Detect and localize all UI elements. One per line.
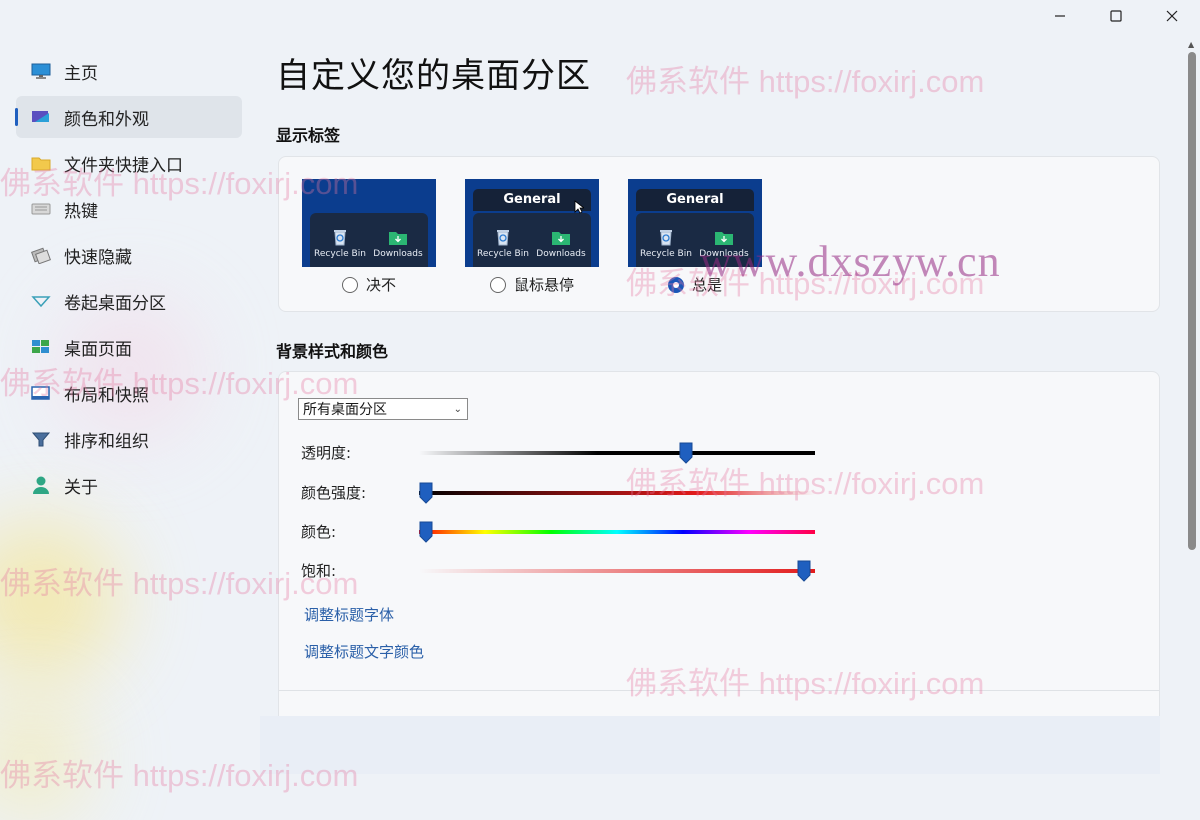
downloads-label: Downloads xyxy=(373,249,423,259)
recycle-bin-icon: Recycle Bin xyxy=(638,227,694,259)
color-intensity-slider[interactable] xyxy=(419,491,815,495)
sidebar-item-sort[interactable]: 排序和组织 xyxy=(16,418,242,460)
radio-button[interactable] xyxy=(342,276,358,293)
sidebar: 主页 颜色和外观 文件夹快捷入口 热键 快速隐藏 卷起桌面分区 桌面页面 布局和… xyxy=(0,50,250,510)
labels-card: Recycle Bin Downloads 决不 General Recycle… xyxy=(278,156,1160,312)
palette-icon xyxy=(30,106,52,128)
transparency-label: 透明度: xyxy=(301,444,352,462)
color-intensity-label: 颜色强度: xyxy=(301,484,367,502)
minimize-icon[interactable] xyxy=(1032,2,1088,30)
downloads-folder-icon: Downloads xyxy=(696,227,752,259)
label-preview-never[interactable]: Recycle Bin Downloads xyxy=(302,179,436,267)
footer-strip xyxy=(260,716,1160,774)
partition-select[interactable]: 所有桌面分区 ⌄ xyxy=(298,398,468,420)
sidebar-item-label: 卷起桌面分区 xyxy=(64,293,166,314)
watermark-text: 佛系软件 https://foxirj.com xyxy=(626,64,985,99)
rollup-icon xyxy=(30,290,52,312)
background-glow xyxy=(0,700,90,820)
sidebar-item-rollup[interactable]: 卷起桌面分区 xyxy=(16,280,242,322)
person-icon xyxy=(30,474,52,496)
vertical-scrollbar[interactable]: ▲ xyxy=(1184,40,1200,774)
radio-option-never[interactable]: 决不 xyxy=(342,274,396,295)
radio-label: 鼠标悬停 xyxy=(514,276,575,294)
adjust-title-font-link[interactable]: 调整标题字体 xyxy=(304,604,394,625)
folder-icon xyxy=(30,152,52,174)
color-hue-slider[interactable] xyxy=(419,530,815,534)
desktop-pages-icon xyxy=(30,336,52,358)
sidebar-item-label: 排序和组织 xyxy=(64,431,149,452)
preview-header: General xyxy=(636,189,754,211)
close-icon[interactable] xyxy=(1144,2,1200,30)
saturation-slider-thumb[interactable] xyxy=(797,560,811,582)
color-hue-slider-thumb[interactable] xyxy=(419,521,433,543)
label-preview-always[interactable]: General Recycle Bin Downloads xyxy=(628,179,762,267)
background-card: 所有桌面分区 ⌄ 透明度: 颜色强度: 颜色: 饱和: 调整标题字体 调整标题文… xyxy=(278,371,1160,732)
layout-icon xyxy=(30,382,52,404)
sidebar-item-label: 快速隐藏 xyxy=(64,247,132,268)
recycle-bin-label: Recycle Bin xyxy=(640,249,692,259)
scroll-up-icon[interactable]: ▲ xyxy=(1188,40,1194,49)
color-intensity-slider-thumb[interactable] xyxy=(419,482,433,504)
section-title-background: 背景样式和颜色 xyxy=(276,342,389,361)
sidebar-item-label: 主页 xyxy=(64,63,98,84)
sidebar-item-desktop-pages[interactable]: 桌面页面 xyxy=(16,326,242,368)
background-glow xyxy=(0,520,120,680)
sidebar-item-label: 热键 xyxy=(64,201,98,222)
downloads-label: Downloads xyxy=(536,249,586,259)
sidebar-item-hotkeys[interactable]: 热键 xyxy=(16,188,242,230)
recycle-bin-icon: Recycle Bin xyxy=(312,227,368,259)
scrollbar-thumb[interactable] xyxy=(1188,52,1196,550)
radio-button-selected[interactable] xyxy=(668,276,684,293)
mouse-cursor-icon xyxy=(574,200,584,214)
recycle-bin-label: Recycle Bin xyxy=(477,249,529,259)
adjust-title-text-color-link[interactable]: 调整标题文字颜色 xyxy=(304,641,424,662)
radio-label: 总是 xyxy=(692,276,723,294)
color-hue-label: 颜色: xyxy=(301,523,337,541)
window-controls xyxy=(1032,2,1200,30)
maximize-icon[interactable] xyxy=(1088,2,1144,30)
radio-option-hover[interactable]: 鼠标悬停 xyxy=(490,274,574,295)
sidebar-item-home[interactable]: 主页 xyxy=(16,50,242,92)
sidebar-item-layout[interactable]: 布局和快照 xyxy=(16,372,242,414)
downloads-folder-icon: Downloads xyxy=(370,227,426,259)
downloads-folder-icon: Downloads xyxy=(533,227,589,259)
downloads-label: Downloads xyxy=(699,249,749,259)
transparency-slider-thumb[interactable] xyxy=(679,442,693,464)
sort-filter-icon xyxy=(30,428,52,450)
saturation-slider[interactable] xyxy=(419,569,815,573)
radio-label: 决不 xyxy=(366,276,397,294)
quick-hide-icon xyxy=(30,244,52,266)
sidebar-item-about[interactable]: 关于 xyxy=(16,464,242,506)
partition-select-value: 所有桌面分区 xyxy=(303,402,387,418)
sidebar-item-quick-hide[interactable]: 快速隐藏 xyxy=(16,234,242,276)
sidebar-item-label: 关于 xyxy=(64,477,98,498)
sidebar-item-label: 颜色和外观 xyxy=(64,109,149,130)
divider xyxy=(279,690,1159,691)
recycle-bin-icon: Recycle Bin xyxy=(475,227,531,259)
recycle-bin-label: Recycle Bin xyxy=(314,249,366,259)
section-title-labels: 显示标签 xyxy=(276,126,341,145)
saturation-label: 饱和: xyxy=(301,562,337,580)
sidebar-item-label: 文件夹快捷入口 xyxy=(64,155,183,176)
keyboard-icon xyxy=(30,198,52,220)
sidebar-item-label: 布局和快照 xyxy=(64,385,149,406)
chevron-down-icon: ⌄ xyxy=(453,404,462,415)
radio-button[interactable] xyxy=(490,276,506,293)
page-title: 自定义您的桌面分区 xyxy=(276,56,591,96)
sidebar-item-label: 桌面页面 xyxy=(64,339,132,360)
radio-option-always[interactable]: 总是 xyxy=(668,274,722,295)
monitor-icon xyxy=(30,60,52,82)
transparency-slider[interactable] xyxy=(419,451,815,455)
sidebar-item-folder-shortcuts[interactable]: 文件夹快捷入口 xyxy=(16,142,242,184)
sidebar-item-appearance[interactable]: 颜色和外观 xyxy=(15,96,242,138)
label-preview-hover[interactable]: General Recycle Bin Downloads xyxy=(465,179,599,267)
